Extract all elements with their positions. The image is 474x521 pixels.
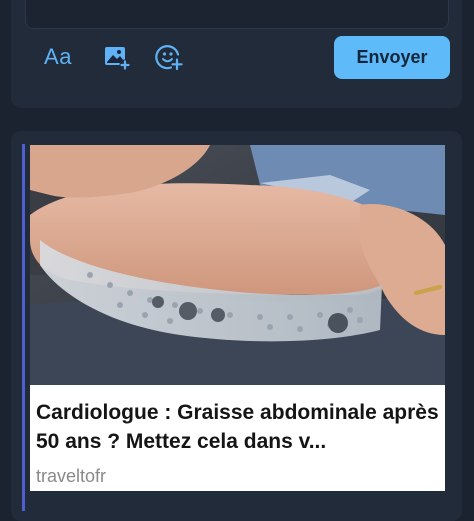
message-input[interactable] — [25, 0, 449, 29]
article-headline[interactable]: Cardiologue : Graisse abdominale après 5… — [36, 398, 441, 456]
article-source: traveltofr — [36, 466, 107, 486]
card-accent-bar — [22, 144, 25, 511]
text-format-button[interactable]: Aa — [37, 41, 79, 73]
article-preview[interactable]: Cardiologue : Graisse abdominale après 5… — [30, 145, 445, 491]
add-emoji-button[interactable] — [151, 41, 187, 73]
add-image-icon — [105, 47, 131, 71]
article-image[interactable] — [30, 145, 445, 385]
text-format-icon: Aa — [44, 44, 72, 69]
add-image-button[interactable] — [100, 41, 134, 73]
send-button[interactable]: Envoyer — [334, 36, 450, 79]
sponsored-article-card[interactable]: Cardiologue : Graisse abdominale après 5… — [11, 131, 462, 521]
add-emoji-icon — [155, 45, 183, 71]
message-composer: Aa Envoyer — [11, 0, 462, 108]
